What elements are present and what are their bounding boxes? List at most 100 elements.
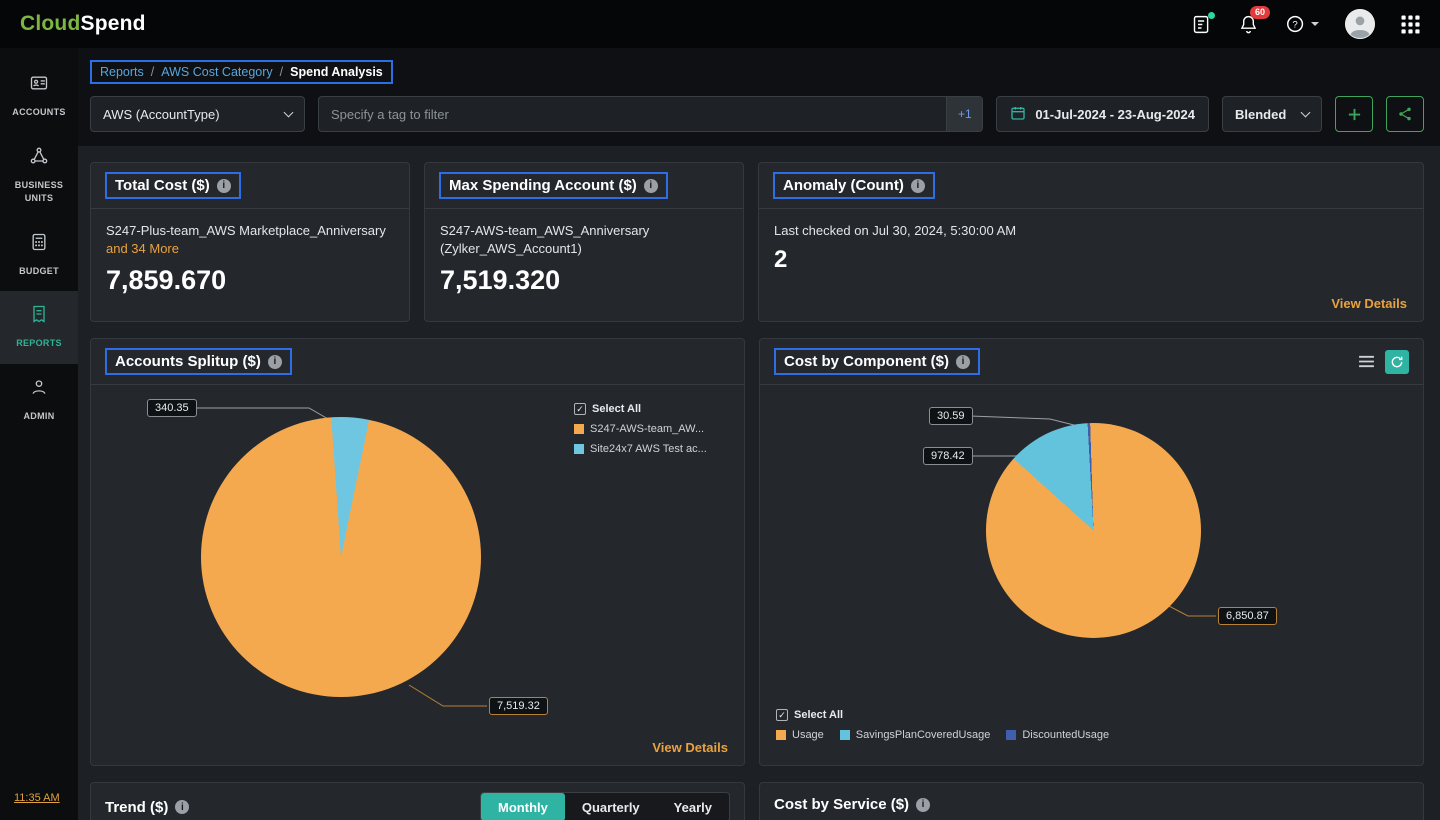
legend-swatch-blue (574, 444, 584, 454)
sidebar-item-label: ADMIN (23, 410, 55, 421)
accounts-splitup-view-details-link[interactable]: View Details (652, 740, 728, 755)
logo-cloud-text: Cloud (20, 12, 81, 35)
cost-by-component-pie[interactable] (986, 423, 1201, 638)
anomaly-last-checked: Last checked on Jul 30, 2024, 5:30:00 AM (774, 223, 1017, 238)
legend-item[interactable]: Usage (776, 729, 824, 741)
topbar-actions: 60 ? (1191, 5, 1420, 39)
anomaly-card: Anomaly (Count) i Last checked on Jul 30… (758, 162, 1424, 322)
pie-callout: 30.59 (929, 407, 973, 425)
cost-type-dropdown[interactable]: Blended (1222, 96, 1322, 132)
breadcrumb-reports-link[interactable]: Reports (100, 65, 144, 79)
main-content: Reports / AWS Cost Category / Spend Anal… (78, 48, 1440, 820)
notification-count-badge: 60 (1249, 5, 1270, 19)
info-icon[interactable]: i (643, 178, 658, 193)
sidebar-item-budget[interactable]: BUDGET (0, 219, 78, 292)
share-button[interactable] (1386, 96, 1424, 132)
cost-by-component-chart: 30.59 978.42 6,850.87 Select All Usage (760, 385, 1423, 765)
cost-by-component-title-box: Cost by Component ($) i (774, 348, 980, 375)
feedback-icon[interactable] (1191, 11, 1215, 35)
accounts-splitup-pie[interactable] (201, 417, 481, 697)
legend-select-all[interactable]: Select All (574, 403, 734, 415)
info-icon[interactable]: i (916, 797, 931, 812)
info-icon[interactable]: i (956, 354, 970, 369)
avatar[interactable] (1345, 9, 1375, 39)
legend-list-icon[interactable] (1358, 355, 1375, 368)
legend-item[interactable]: S247-AWS-team_AW... (574, 423, 734, 435)
card-title: Trend ($) (105, 798, 169, 816)
trend-card: Trend ($) i Monthly Quarterly Yearly (90, 782, 745, 820)
total-cost-title-box: Total Cost ($) i (105, 172, 241, 199)
budget-icon (29, 232, 49, 257)
sidebar-item-label: BUDGET (19, 265, 59, 276)
breadcrumb: Reports / AWS Cost Category / Spend Anal… (90, 60, 393, 84)
breadcrumb-current: Spend Analysis (290, 65, 383, 79)
app-logo[interactable]: CloudSpend (20, 12, 146, 36)
add-widget-button[interactable] (1335, 96, 1373, 132)
tag-filter: +1 (318, 96, 984, 132)
legend-item[interactable]: DiscountedUsage (1006, 729, 1109, 741)
account-type-value: AWS (AccountType) (103, 106, 220, 122)
pie-callout: 978.42 (923, 447, 973, 465)
page-header: Reports / AWS Cost Category / Spend Anal… (78, 48, 1440, 146)
cost-by-component-card: Cost by Component ($) i 30.59 978.42 6,8… (759, 338, 1424, 766)
chart-header-actions (1358, 349, 1409, 374)
sidebar-item-admin[interactable]: ADMIN (0, 364, 78, 437)
stats-row: Total Cost ($) i S247-Plus-team_AWS Mark… (90, 162, 1424, 322)
admin-icon (29, 377, 49, 402)
last-refresh-time[interactable]: 11:35 AM (14, 792, 60, 804)
filter-toolbar: AWS (AccountType) +1 01-Jul-2024 - 23-Au… (90, 96, 1424, 132)
accounts-splitup-title-box: Accounts Splitup ($) i (105, 348, 292, 375)
legend-swatch-navy (1006, 730, 1017, 740)
sidebar-item-accounts[interactable]: ACCOUNTS (0, 60, 78, 133)
total-cost-more-link[interactable]: and 34 More (106, 241, 179, 256)
sidebar: ACCOUNTS BUSINESS UNITS BUDGET REPORTS A… (0, 48, 78, 820)
feedback-new-dot (1208, 11, 1215, 19)
legend-item[interactable]: Site24x7 AWS Test ac... (574, 443, 734, 455)
max-spending-title-box: Max Spending Account ($) i (439, 172, 668, 199)
tag-more-badge[interactable]: +1 (946, 97, 983, 131)
cost-type-value: Blended (1235, 106, 1287, 122)
max-spending-card: Max Spending Account ($) i S247-AWS-team… (424, 162, 744, 322)
card-title: Cost by Service ($) (774, 796, 910, 813)
date-range-value: 01-Jul-2024 - 23-Aug-2024 (1035, 106, 1195, 122)
card-title: Accounts Splitup ($) (115, 353, 261, 370)
cost-by-component-legend: Select All Usage SavingsPlanCoveredUsage (776, 709, 1109, 741)
help-icon[interactable]: ? (1285, 13, 1319, 35)
accounts-splitup-legend: Select All S247-AWS-team_AW... Site24x7 … (574, 403, 734, 463)
accounts-icon (29, 73, 49, 98)
card-title: Anomaly (Count) (783, 177, 904, 194)
tag-filter-input[interactable] (319, 97, 947, 131)
chevron-down-icon (283, 107, 294, 118)
info-icon[interactable]: i (267, 354, 282, 369)
legend-item[interactable]: SavingsPlanCoveredUsage (839, 729, 990, 741)
info-icon[interactable]: i (910, 178, 925, 193)
tab-yearly[interactable]: Yearly (657, 793, 729, 820)
trend-title-box: Trend ($) i (105, 798, 190, 816)
svg-text:?: ? (1292, 19, 1297, 30)
sidebar-item-reports[interactable]: REPORTS (0, 291, 78, 364)
breadcrumb-category-link[interactable]: AWS Cost Category (161, 65, 272, 79)
breadcrumb-separator: / (150, 65, 155, 79)
total-cost-card: Total Cost ($) i S247-Plus-team_AWS Mark… (90, 162, 410, 322)
anomaly-view-details-link[interactable]: View Details (1331, 296, 1407, 311)
date-range-picker[interactable]: 01-Jul-2024 - 23-Aug-2024 (996, 96, 1209, 132)
sidebar-item-business-units[interactable]: BUSINESS UNITS (0, 133, 78, 219)
legend-swatch-orange (574, 424, 584, 434)
total-cost-account: S247-Plus-team_AWS Marketplace_Anniversa… (106, 223, 386, 238)
chevron-down-icon (1300, 107, 1311, 118)
info-icon[interactable]: i (175, 800, 190, 814)
refresh-icon[interactable] (1385, 349, 1409, 374)
checkbox-checked-icon (776, 709, 788, 721)
reports-icon (29, 304, 49, 329)
notifications-bell-icon[interactable]: 60 (1238, 5, 1270, 35)
sidebar-item-label: ACCOUNTS (12, 107, 66, 117)
tab-monthly[interactable]: Monthly (481, 793, 565, 820)
dashboard-content: Total Cost ($) i S247-Plus-team_AWS Mark… (78, 146, 1440, 820)
account-type-dropdown[interactable]: AWS (AccountType) (90, 96, 305, 132)
legend-select-all[interactable]: Select All (776, 709, 1109, 721)
card-title: Max Spending Account ($) (449, 177, 637, 194)
calendar-icon (1010, 105, 1026, 124)
apps-grid-icon[interactable] (1401, 14, 1420, 34)
info-icon[interactable]: i (216, 178, 231, 193)
tab-quarterly[interactable]: Quarterly (565, 793, 657, 820)
